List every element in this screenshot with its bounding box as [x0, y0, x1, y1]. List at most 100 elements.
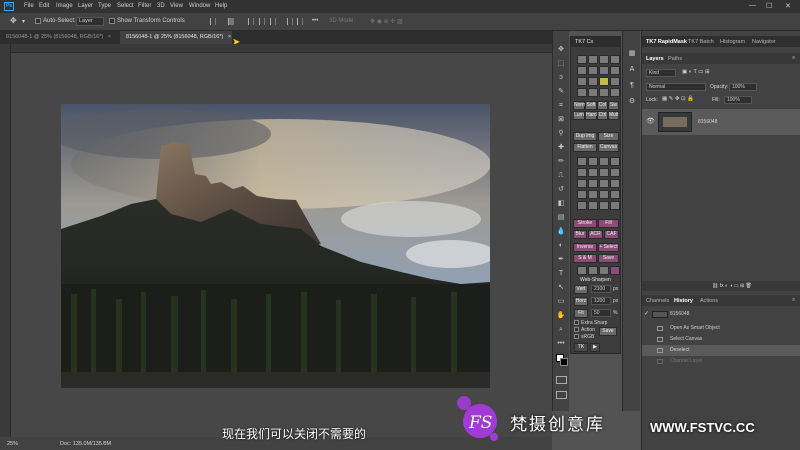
tk7-save-button[interactable]: Save — [598, 254, 619, 263]
vert-input[interactable]: 2100 — [591, 285, 611, 293]
tk7-stroke-button[interactable]: Stroke — [573, 219, 597, 228]
tk7-tool-icon[interactable] — [577, 77, 587, 86]
more-tools-icon[interactable]: ••• — [556, 339, 566, 349]
distribute-right-icon[interactable] — [297, 18, 303, 25]
tk7-tool-icon[interactable] — [599, 266, 609, 275]
eraser-icon[interactable]: ◧ — [556, 199, 566, 209]
menu-filter[interactable]: Filter — [138, 3, 151, 9]
tk7-tool-icon[interactable] — [577, 179, 587, 188]
minimize-icon[interactable]: — — [749, 2, 756, 9]
tk7-tool-icon[interactable] — [599, 190, 609, 199]
zoom-icon[interactable]: ⌕ — [556, 325, 566, 335]
tk7-tool-icon[interactable] — [577, 66, 587, 75]
tab-actions[interactable]: Actions — [700, 298, 718, 304]
extra-sharp-checkbox[interactable] — [574, 320, 579, 325]
quick-mask-icon[interactable] — [556, 376, 567, 384]
tab-tk7-batch[interactable]: TK7 Batch — [688, 39, 714, 45]
tab-navigator[interactable]: Navigator — [752, 39, 776, 45]
tk7-horz-button[interactable]: Horz — [574, 297, 588, 306]
tk7-lum-button[interactable]: Lum — [573, 111, 585, 120]
tab-document-2[interactable]: 8156048-1 @ 25% (8156048, RGB/16*) × — [120, 31, 232, 44]
tk7-tool-icon[interactable] — [610, 201, 620, 210]
filter-icons[interactable]: ▣ ◐ T ▭ ⊞ — [682, 69, 710, 75]
tk7-tool-icon[interactable] — [610, 88, 620, 97]
tk7-tool-icon[interactable] — [599, 77, 609, 86]
tk7-play-button[interactable]: ▶ — [590, 343, 600, 352]
tab-close-icon[interactable]: × — [228, 34, 231, 40]
tk7-tool-icon[interactable] — [577, 168, 587, 177]
tk7-tool-icon[interactable] — [577, 88, 587, 97]
fill-input[interactable]: 100% — [724, 96, 752, 104]
stamp-icon[interactable]: ⎍ — [556, 171, 566, 181]
tk7-ctrl-button[interactable]: Ctrl — [597, 111, 608, 120]
lock-icons[interactable]: ▦ ✎ ✥ ⊡ 🔒 — [662, 96, 694, 102]
menu-type[interactable]: Type — [98, 3, 111, 9]
tk7-tool-icon[interactable] — [599, 201, 609, 210]
tk7-tool-icon[interactable] — [610, 77, 620, 86]
tk7-s-and-m-button[interactable]: S & M — [573, 254, 597, 263]
status-arrow-icon[interactable]: › — [103, 440, 105, 446]
layer-filter-kind[interactable]: Kind — [646, 69, 676, 77]
layers-footer-icons[interactable]: ⛓ fx ◐ ◑ ▭ ⊞ 🗑 — [712, 283, 752, 289]
align-middle-icon[interactable] — [259, 18, 265, 25]
tab-layers[interactable]: Layers — [646, 56, 664, 62]
tab-history[interactable]: History — [674, 298, 693, 304]
tk7-size-button[interactable]: Size — [598, 132, 619, 141]
tk7-flatten-button[interactable]: Flatten — [573, 143, 597, 152]
tk7-inverse-button[interactable]: Inverse — [573, 243, 597, 252]
tk7-hard-button[interactable]: Hard — [585, 111, 597, 120]
menu-window[interactable]: Window — [189, 3, 210, 9]
horizontal-ruler[interactable] — [11, 44, 552, 53]
screen-mode-icon[interactable] — [556, 391, 567, 399]
fit-input[interactable]: 50 — [591, 309, 611, 317]
properties-panel-icon[interactable]: ⚙ — [627, 97, 637, 107]
rectangle-icon[interactable]: ▭ — [556, 297, 566, 307]
visibility-eye-icon[interactable]: 👁 — [646, 117, 655, 125]
dodge-icon[interactable]: ◐ — [556, 241, 566, 251]
zoom-level[interactable]: 25% — [7, 441, 18, 447]
tab-paths[interactable]: Paths — [668, 56, 682, 62]
tk7-blur-button[interactable]: Blur — [573, 230, 587, 239]
tk7-canvas-button[interactable]: Canvas — [598, 143, 619, 152]
eyedropper-icon[interactable]: ⚲ — [556, 129, 566, 139]
move-tool-icon[interactable]: ✥ — [10, 16, 17, 25]
tk7-caf-button[interactable]: CAF — [604, 230, 619, 239]
tk7-tool-icon[interactable] — [599, 88, 609, 97]
blend-mode-select[interactable]: Normal — [646, 83, 706, 91]
tk7-tool-icon[interactable] — [610, 157, 620, 166]
move-icon[interactable]: ✥ — [556, 45, 566, 55]
gradient-icon[interactable]: ▤ — [556, 213, 566, 223]
tk7-sw-button[interactable]: Sw — [608, 101, 619, 110]
menu-layer[interactable]: Layer — [78, 3, 93, 9]
chevron-down-icon[interactable]: ▾ — [22, 18, 25, 25]
tk7-tool-icon[interactable] — [610, 266, 620, 275]
tk7-tool-icon[interactable] — [588, 168, 598, 177]
tk7-tool-icon[interactable] — [588, 88, 598, 97]
align-bottom-icon[interactable] — [270, 18, 276, 25]
path-select-icon[interactable]: ↖ — [556, 283, 566, 293]
tab-document-1[interactable]: 8156048-1 @ 25% (8156048, RGB/16*) × — [0, 31, 120, 44]
tk7-tool-icon[interactable] — [577, 55, 587, 64]
hand-icon[interactable]: ✋ — [556, 311, 566, 321]
brush-icon[interactable]: ✏ — [556, 157, 566, 167]
tk7-tool-icon[interactable] — [588, 266, 598, 275]
history-brush-icon[interactable]: ↺ — [556, 185, 566, 195]
tk7-tool-icon[interactable] — [577, 266, 587, 275]
panel-menu-icon[interactable]: ≡ — [792, 55, 795, 61]
history-item[interactable]: Open As Smart Object — [642, 323, 800, 334]
blur-icon[interactable]: 💧 — [556, 227, 566, 237]
opacity-input[interactable]: 100% — [729, 83, 757, 91]
tk7-vert-button[interactable]: Vert — [574, 285, 588, 294]
transform-controls-checkbox[interactable] — [109, 18, 115, 24]
tk7-tool-icon[interactable] — [599, 157, 609, 166]
tab-tk7-rapidmask[interactable]: TK7 RapidMask — [646, 39, 687, 45]
history-item-dimmed[interactable]: Channel Layer — [642, 356, 800, 367]
menu-edit[interactable]: Edit — [39, 3, 49, 9]
frame-icon[interactable]: ⊠ — [556, 115, 566, 125]
menu-3d[interactable]: 3D — [157, 3, 165, 9]
tk7-tool-icon[interactable] — [610, 190, 620, 199]
tk7-tool-icon[interactable] — [599, 179, 609, 188]
tk7-select-button[interactable]: + Select — [598, 243, 619, 252]
tk7-web-save-button[interactable]: Save — [599, 327, 617, 336]
tk7-tool-icon[interactable] — [610, 55, 620, 64]
